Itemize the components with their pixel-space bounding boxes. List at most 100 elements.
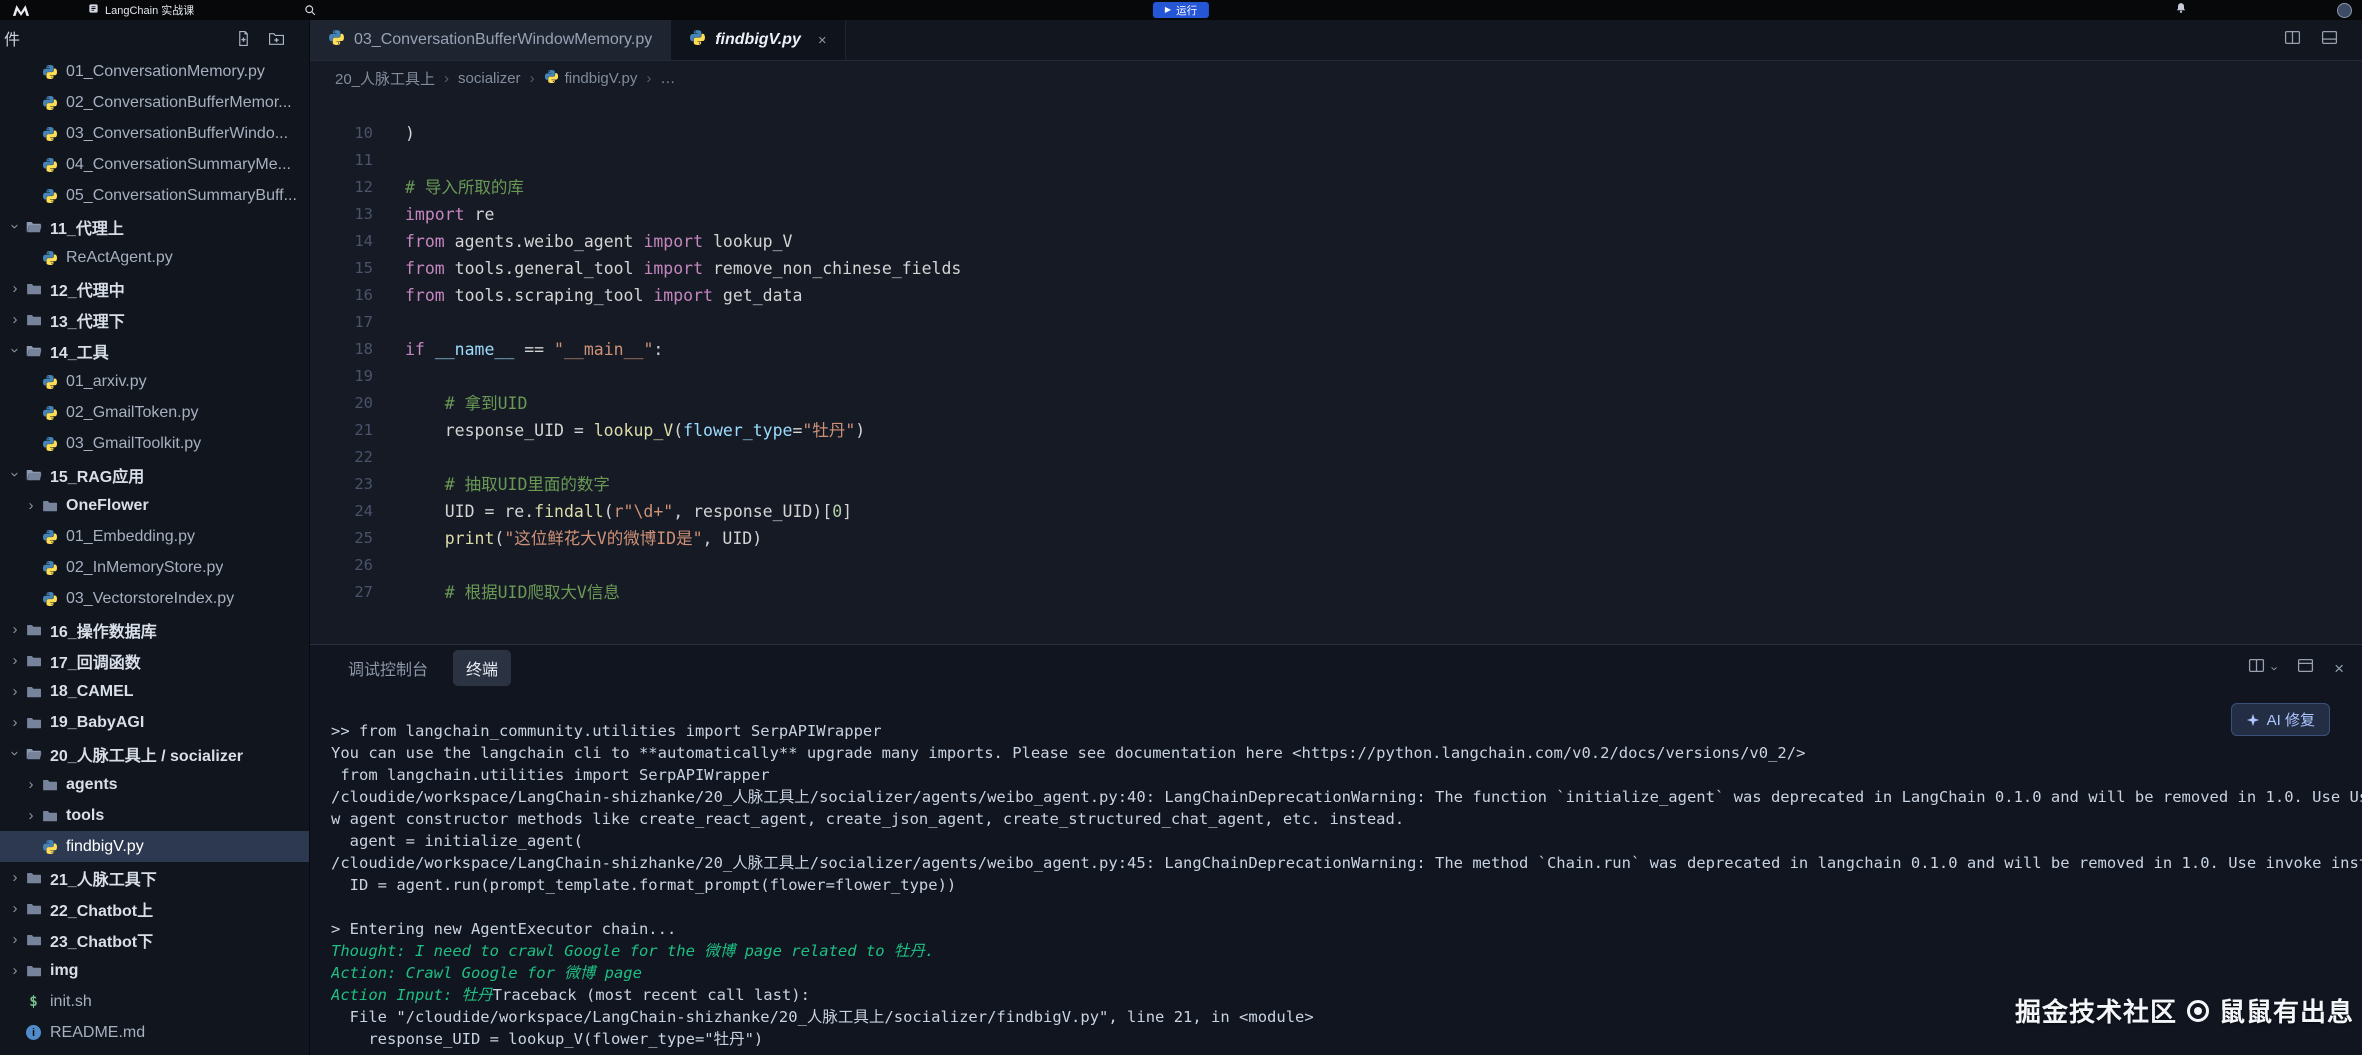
ide-window: LangChain 实战课 ▶ 运行 件 (0, 0, 2362, 1055)
search-icon[interactable] (304, 4, 316, 16)
tree-item-file[interactable]: $init.sh (0, 986, 309, 1017)
editor-tab[interactable]: 03_ConversationBufferWindowMemory.py (310, 20, 671, 60)
file-explorer: 件 01_ConversationMemory.py02_Conversatio… (0, 20, 310, 1055)
tree-item-label: 05_ConversationSummaryBuff... (66, 187, 297, 205)
tree-item-file[interactable]: 05_ConversationSummaryBuff... (0, 180, 309, 211)
editor-layout-icon[interactable] (2321, 29, 2338, 51)
tab-label: 03_ConversationBufferWindowMemory.py (354, 31, 652, 49)
tree-item-folder[interactable]: ›img (0, 955, 309, 986)
tree-item-file[interactable]: 03_ConversationBufferWindo... (0, 118, 309, 149)
breadcrumb-item[interactable]: 20_人脉工具上 (335, 68, 435, 89)
terminal-line: agent = initialize_agent( (331, 830, 2362, 852)
close-panel-icon[interactable]: × (2334, 660, 2344, 677)
tree-item-folder[interactable]: ›tools (0, 800, 309, 831)
editor-tab[interactable]: findbigV.py × (671, 20, 845, 60)
tree-item-folder[interactable]: ›13_代理下 (0, 304, 309, 335)
line-number: 17 (310, 309, 373, 336)
code-line: 24 UID = re.findall(r"\d+", response_UID… (310, 498, 2362, 525)
terminal-line: >> from langchain_community.utilities im… (331, 720, 2362, 742)
tree-item-folder[interactable]: ›12_代理中 (0, 273, 309, 304)
tree-item-label: 04_ConversationSummaryMe... (66, 156, 291, 174)
code-editor[interactable]: 10)1112# 导入所取的库13import re14from agents.… (310, 96, 2362, 644)
folder-icon (24, 715, 43, 731)
code-line: 15from tools.general_tool import remove_… (310, 255, 2362, 282)
code-line: 27 # 根据UID爬取大V信息 (310, 579, 2362, 606)
course-title[interactable]: LangChain 实战课 (88, 2, 194, 18)
tab-debug-console[interactable]: 调试控制台 (335, 650, 441, 686)
split-terminal-icon[interactable] (2248, 657, 2265, 679)
split-editor-icon[interactable] (2284, 29, 2301, 51)
notifications-icon[interactable] (2175, 1, 2187, 19)
user-avatar[interactable] (2337, 3, 2352, 18)
tab-terminal[interactable]: 终端 (453, 650, 511, 686)
tree-item-folder[interactable]: ›OneFlower (0, 490, 309, 521)
tree-item-folder[interactable]: ›14_工具 (0, 335, 309, 366)
tree-item-label: 11_代理上 (50, 215, 124, 239)
tree-item-file[interactable]: 03_VectorstoreIndex.py (0, 583, 309, 614)
sparkle-icon (2246, 713, 2260, 727)
terminal-line: Action: Crawl Google for 微博 page (331, 962, 2362, 984)
line-number: 19 (310, 363, 373, 390)
python-file-icon (40, 95, 59, 111)
tree-item-file[interactable]: 02_GmailToken.py (0, 397, 309, 428)
terminal-line: > Entering new AgentExecutor chain... (331, 918, 2362, 940)
line-number: 11 (310, 147, 373, 174)
breadcrumb-item[interactable]: findbigV.py (544, 69, 638, 88)
tree-item-file[interactable]: 01_arxiv.py (0, 366, 309, 397)
tree-item-file[interactable]: requirements.txt (0, 1048, 309, 1055)
tree-item-folder[interactable]: ›agents (0, 769, 309, 800)
tree-item-folder[interactable]: ›20_人脉工具上 / socializer (0, 738, 309, 769)
tree-item-folder[interactable]: ›23_Chatbot下 (0, 924, 309, 955)
new-folder-icon[interactable] (268, 30, 285, 47)
tree-item-file[interactable]: findbigV.py (0, 831, 309, 862)
line-number: 23 (310, 471, 373, 498)
maximize-panel-icon[interactable] (2297, 657, 2314, 679)
tab-label: findbigV.py (715, 31, 801, 49)
code-text: from tools.general_tool import remove_no… (405, 255, 961, 282)
file-tree: 01_ConversationMemory.py02_ConversationB… (0, 56, 309, 1055)
ai-fix-label: AI 修复 (2267, 709, 2315, 730)
new-file-icon[interactable] (235, 30, 252, 47)
tree-item-file[interactable]: 03_GmailToolkit.py (0, 428, 309, 459)
tree-item-file[interactable]: iREADME.md (0, 1017, 309, 1048)
tree-item-file[interactable]: 02_InMemoryStore.py (0, 552, 309, 583)
tree-item-folder[interactable]: ›21_人脉工具下 (0, 862, 309, 893)
terminal-line: from langchain.utilities import SerpAPIW… (331, 764, 2362, 786)
tree-item-folder[interactable]: ›19_BabyAGI (0, 707, 309, 738)
tree-item-folder[interactable]: ›18_CAMEL (0, 676, 309, 707)
folder-icon (24, 963, 43, 979)
run-button[interactable]: ▶ 运行 (1153, 2, 1209, 18)
ai-fix-button[interactable]: AI 修复 (2231, 703, 2330, 736)
code-text: # 根据UID爬取大V信息 (405, 579, 620, 606)
code-line: 20 # 拿到UID (310, 390, 2362, 417)
readme-icon: i (24, 1025, 43, 1040)
terminal-line: response_UID = lookup_V(flower_type="牡丹"… (331, 1028, 2362, 1050)
tree-item-file[interactable]: 04_ConversationSummaryMe... (0, 149, 309, 180)
tree-item-folder[interactable]: ›22_Chatbot上 (0, 893, 309, 924)
tree-item-file[interactable]: ReActAgent.py (0, 242, 309, 273)
chevron-down-icon[interactable]: › (2267, 666, 2282, 670)
tree-item-label: 17_回调函数 (50, 649, 141, 673)
folder-icon (24, 219, 43, 235)
breadcrumb-item[interactable]: … (660, 70, 675, 87)
tree-item-folder[interactable]: ›15_RAG应用 (0, 459, 309, 490)
app-logo-icon[interactable] (12, 4, 30, 17)
code-line: 21 response_UID = lookup_V(flower_type="… (310, 417, 2362, 444)
line-number: 13 (310, 201, 373, 228)
code-line: 23 # 抽取UID里面的数字 (310, 471, 2362, 498)
python-file-icon (40, 250, 59, 266)
watermark: 掘金技术社区 鼠鼠有出息 (2015, 992, 2354, 1029)
tree-item-file[interactable]: 01_ConversationMemory.py (0, 56, 309, 87)
tree-item-folder[interactable]: ›11_代理上 (0, 211, 309, 242)
tree-item-folder[interactable]: ›16_操作数据库 (0, 614, 309, 645)
tree-item-file[interactable]: 02_ConversationBufferMemor... (0, 87, 309, 118)
line-number: 22 (310, 444, 373, 471)
tree-item-file[interactable]: 01_Embedding.py (0, 521, 309, 552)
python-file-icon (544, 69, 559, 88)
folder-icon (24, 901, 43, 917)
line-number: 14 (310, 228, 373, 255)
explorer-header: 件 (0, 20, 309, 56)
close-tab-icon[interactable]: × (818, 32, 827, 49)
breadcrumb-item[interactable]: socializer (458, 70, 521, 87)
tree-item-folder[interactable]: ›17_回调函数 (0, 645, 309, 676)
